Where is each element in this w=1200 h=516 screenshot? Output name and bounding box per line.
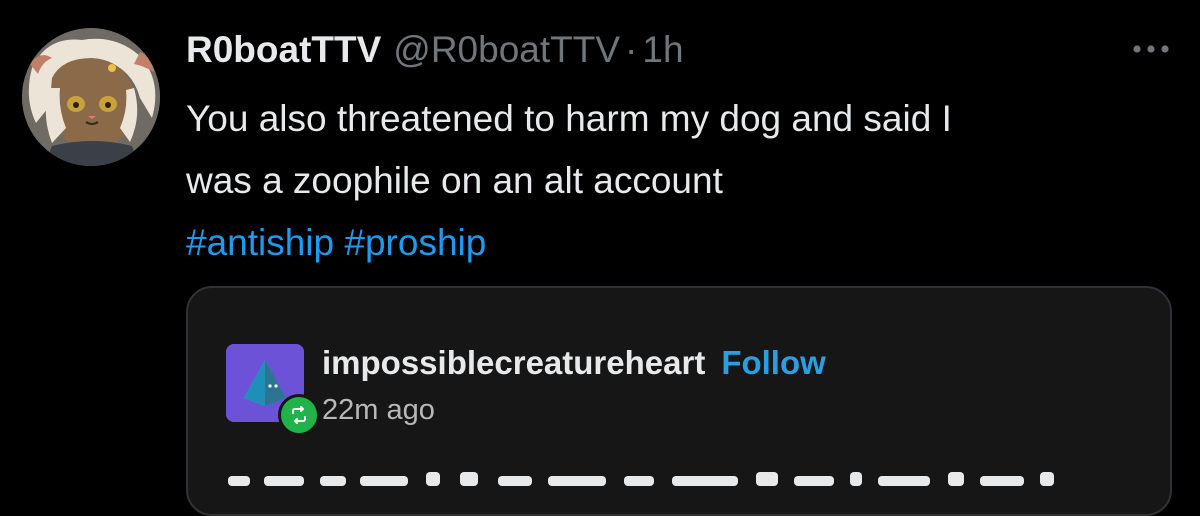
hashtag-proship[interactable]: #proship: [344, 222, 486, 263]
avatar-illustration: [22, 28, 160, 166]
reblog-icon: [292, 406, 306, 424]
user-handle[interactable]: @R0boatTTV: [393, 29, 620, 71]
tweet-header: R0boatTTV @R0boatTTV · 1h: [186, 29, 684, 71]
display-name[interactable]: R0boatTTV: [186, 29, 381, 71]
tweet-text-line-1: You also threatened to harm my dog and s…: [186, 98, 952, 139]
follow-button[interactable]: Follow: [721, 344, 825, 381]
tumblr-username[interactable]: impossiblecreatureheart: [322, 344, 705, 381]
reblog-badge: [278, 394, 320, 436]
tumblr-avatar[interactable]: [226, 344, 320, 436]
hashtag-antiship[interactable]: #antiship: [186, 222, 334, 263]
tweet-timestamp[interactable]: 1h: [642, 29, 683, 71]
cut-off-post-text: [228, 472, 1054, 486]
header-separator: ·: [625, 29, 638, 70]
tweet-text-line-2: was a zoophile on an alt account: [186, 160, 723, 201]
tumblr-post-time: 22m ago: [322, 394, 435, 426]
hashtag-line: #antiship #proship: [186, 212, 1176, 274]
more-horizontal-icon: [1133, 45, 1169, 53]
tweet-text: You also threatened to harm my dog and s…: [186, 88, 1176, 274]
more-options-button[interactable]: [1130, 32, 1172, 66]
embedded-post-card[interactable]: impossiblecreatureheart Follow 22m ago: [186, 286, 1172, 516]
profile-avatar[interactable]: [22, 28, 160, 166]
tumblr-user-row: impossiblecreatureheart Follow: [322, 344, 826, 382]
